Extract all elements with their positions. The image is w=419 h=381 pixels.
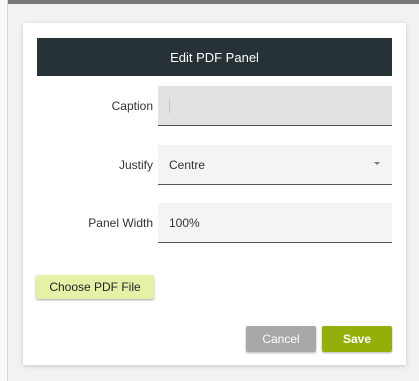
window-top-edge	[0, 0, 419, 4]
panel-width-row: Panel Width 100%	[23, 203, 406, 243]
dialog-title: Edit PDF Panel	[37, 38, 392, 76]
panel-width-value: 100%	[169, 215, 200, 230]
panel-width-label: Panel Width	[88, 216, 153, 230]
cancel-button[interactable]: Cancel	[246, 326, 316, 352]
save-button[interactable]: Save	[322, 326, 392, 352]
caret-down-icon	[374, 162, 380, 165]
caption-input[interactable]	[158, 86, 392, 126]
justify-label: Justify	[118, 158, 153, 172]
justify-row: Justify Centre	[23, 145, 406, 185]
text-cursor	[169, 98, 170, 113]
justify-selected-value: Centre	[169, 157, 206, 172]
edit-pdf-panel-dialog: Edit PDF Panel Caption Justify Centre Pa…	[23, 23, 406, 365]
window-left-edge	[0, 0, 8, 381]
choose-pdf-file-button[interactable]: Choose PDF File	[36, 275, 154, 299]
caption-label: Caption	[111, 99, 153, 113]
panel-width-input[interactable]: 100%	[158, 203, 392, 243]
caption-row: Caption	[23, 86, 406, 126]
justify-select[interactable]: Centre	[158, 145, 392, 185]
